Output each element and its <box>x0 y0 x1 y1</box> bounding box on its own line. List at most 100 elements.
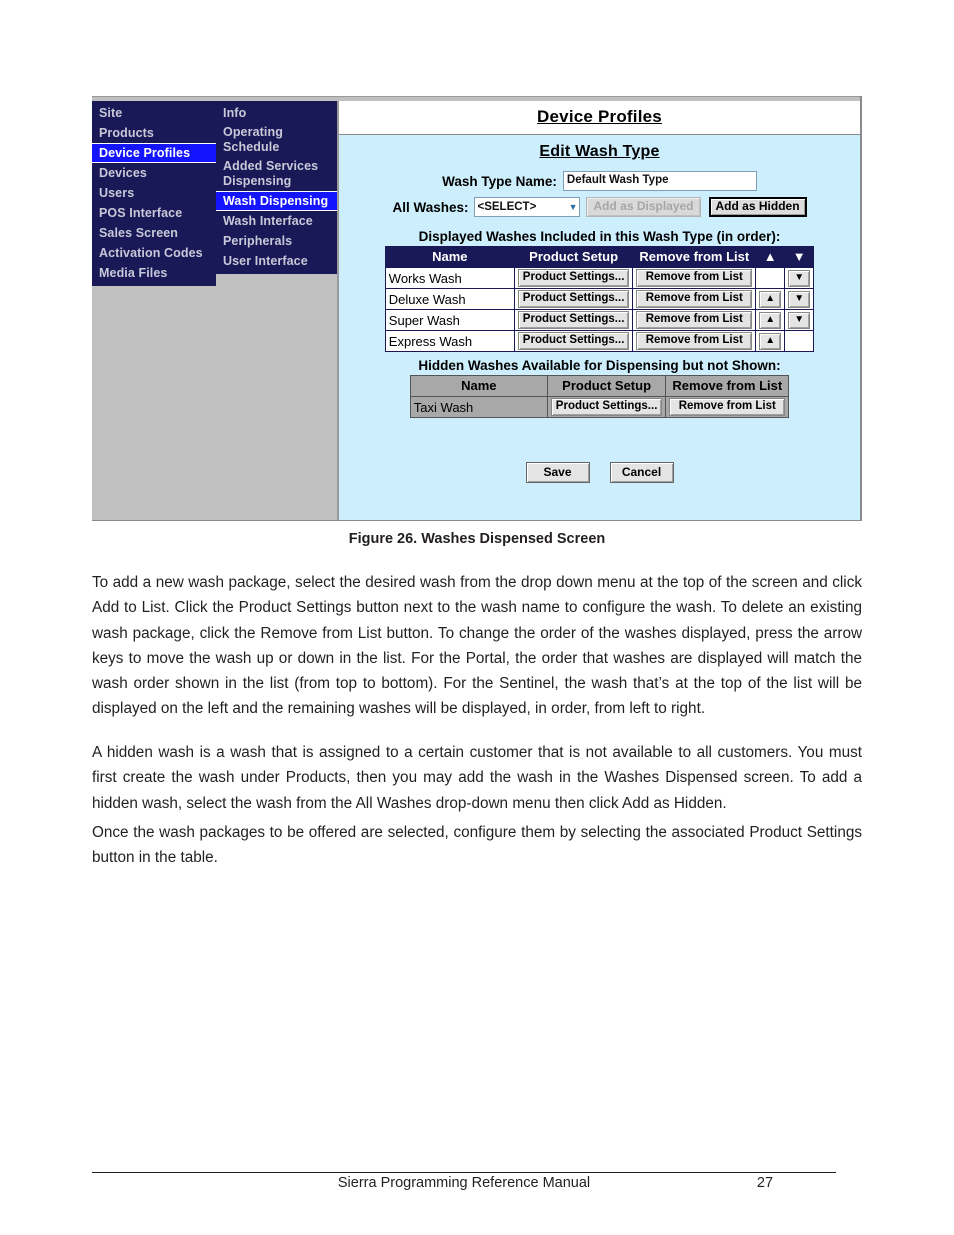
all-washes-select[interactable]: <SELECT> ▼ <box>474 197 581 217</box>
page-title: Device Profiles <box>537 107 662 126</box>
move-down-placeholder <box>788 334 810 349</box>
hidden-washes-table: Name Product Setup Remove from List Taxi… <box>409 375 790 418</box>
remove-from-list-button[interactable]: Remove from List <box>669 398 786 416</box>
wash-name: Express Wash <box>384 330 515 352</box>
remove-from-list-button[interactable]: Remove from List <box>636 290 753 308</box>
remove-from-list-button[interactable]: Remove from List <box>636 332 753 350</box>
move-up-cell: ▲ <box>755 330 786 352</box>
hidden-washes-caption: Hidden Washes Available for Dispensing b… <box>418 358 781 373</box>
primary-navigation: Site Products Device Profiles Devices Us… <box>92 96 216 520</box>
all-washes-label: All Washes: <box>392 199 469 215</box>
table-row: Express Wash Product Settings... Remove … <box>384 330 815 352</box>
wash-name: Taxi Wash <box>409 396 548 418</box>
sidebar-item-pos-interface[interactable]: POS Interface <box>92 203 216 223</box>
column-header-remove-from-list: Remove from List <box>632 246 757 268</box>
move-up-placeholder <box>759 271 781 286</box>
product-setup-cell: Product Settings... <box>513 288 634 310</box>
move-up-cell <box>755 267 786 289</box>
application-window: Site Products Device Profiles Devices Us… <box>92 96 862 521</box>
remove-from-list-button[interactable]: Remove from List <box>636 311 753 329</box>
move-up-cell: ▲ <box>755 288 786 310</box>
table-row: Super Wash Product Settings... Remove fr… <box>384 309 815 331</box>
remove-cell: Remove from List <box>632 330 757 352</box>
move-down-icon[interactable]: ▼ <box>788 269 811 287</box>
column-header-remove-from-list: Remove from List <box>665 375 790 397</box>
product-settings-button[interactable]: Product Settings... <box>550 398 663 416</box>
product-setup-cell: Product Settings... <box>513 267 634 289</box>
sidebar-item-products[interactable]: Products <box>92 123 216 143</box>
sidebar-item-media-files[interactable]: Media Files <box>92 263 216 283</box>
window-top-strip <box>92 96 860 101</box>
sidebar-item-users[interactable]: Users <box>92 183 216 203</box>
move-up-icon[interactable]: ▲ <box>759 332 782 350</box>
body-paragraph-2: A hidden wash is a wash that is assigned… <box>92 744 862 812</box>
sidebar-item-sales-screen[interactable]: Sales Screen <box>92 223 216 243</box>
wash-name: Super Wash <box>384 309 515 331</box>
move-down-icon[interactable]: ▼ <box>788 311 811 329</box>
subnav-item-info[interactable]: Info <box>216 103 337 123</box>
move-up-icon[interactable]: ▲ <box>759 290 782 308</box>
remove-cell: Remove from List <box>632 288 757 310</box>
column-header-product-setup: Product Setup <box>513 246 634 268</box>
move-down-cell: ▼ <box>784 267 815 289</box>
figure-screenshot: Site Products Device Profiles Devices Us… <box>92 96 862 521</box>
remove-from-list-button[interactable]: Remove from List <box>636 269 753 287</box>
table-header-row: Name Product Setup Remove from List ▲ ▼ <box>384 246 815 268</box>
body-paragraph-1: To add a new wash package, select the de… <box>92 574 862 718</box>
column-header-product-setup: Product Setup <box>546 375 667 397</box>
move-down-cell: ▼ <box>784 288 815 310</box>
subnav-item-wash-dispensing[interactable]: Wash Dispensing <box>216 191 337 211</box>
product-settings-button[interactable]: Product Settings... <box>517 311 630 329</box>
table-header-row: Name Product Setup Remove from List <box>409 375 790 397</box>
table-row: Deluxe Wash Product Settings... Remove f… <box>384 288 815 310</box>
body-paragraph-3: Once the wash packages to be offered are… <box>92 824 862 867</box>
footer-page-number: 27 <box>756 1175 774 1191</box>
wash-name: Deluxe Wash <box>384 288 515 310</box>
sidebar-item-site[interactable]: Site <box>92 103 216 123</box>
column-header-name: Name <box>409 375 548 397</box>
move-down-icon[interactable]: ▼ <box>788 290 811 308</box>
move-up-cell: ▲ <box>755 309 786 331</box>
cancel-button[interactable]: Cancel <box>609 462 674 483</box>
remove-cell: Remove from List <box>665 396 790 418</box>
product-setup-cell: Product Settings... <box>513 309 634 331</box>
main-content-panel: Device Profiles Edit Wash Type Wash Type… <box>338 101 860 520</box>
subnav-item-operating-schedule[interactable]: Operating Schedule <box>216 123 337 157</box>
sidebar-item-device-profiles[interactable]: Device Profiles <box>92 143 216 163</box>
product-settings-button[interactable]: Product Settings... <box>517 269 630 287</box>
form-actions: Save Cancel <box>339 462 860 483</box>
product-setup-cell: Product Settings... <box>546 396 667 418</box>
product-settings-button[interactable]: Product Settings... <box>517 290 630 308</box>
subnav-item-added-services-dispensing[interactable]: Added Services Dispensing <box>216 157 337 191</box>
remove-cell: Remove from List <box>632 267 757 289</box>
move-up-icon[interactable]: ▲ <box>759 311 782 329</box>
sidebar-item-devices[interactable]: Devices <box>92 163 216 183</box>
subnav-item-peripherals[interactable]: Peripherals <box>216 231 337 251</box>
wash-name: Works Wash <box>384 267 515 289</box>
add-as-displayed-button[interactable]: Add as Displayed <box>586 197 701 217</box>
footer-title: Sierra Programming Reference Manual <box>337 1175 591 1191</box>
wash-type-name-label: Wash Type Name: <box>442 173 557 189</box>
figure-caption: Figure 26. Washes Dispensed Screen <box>348 531 606 547</box>
move-down-cell: ▼ <box>784 309 815 331</box>
table-row: Taxi Wash Product Settings... Remove fro… <box>409 396 790 418</box>
section-title: Edit Wash Type <box>539 143 660 160</box>
sidebar-item-activation-codes[interactable]: Activation Codes <box>92 243 216 263</box>
wash-type-name-input[interactable]: Default Wash Type <box>562 171 757 191</box>
wash-type-name-row: Wash Type Name: Default Wash Type <box>339 171 860 191</box>
column-header-move-up-icon: ▲ <box>755 246 786 268</box>
product-setup-cell: Product Settings... <box>513 330 634 352</box>
product-settings-button[interactable]: Product Settings... <box>517 332 630 350</box>
subnav-item-user-interface[interactable]: User Interface <box>216 251 337 271</box>
all-washes-row: All Washes: <SELECT> ▼ Add as Displayed … <box>339 197 860 217</box>
move-down-cell <box>784 330 815 352</box>
displayed-washes-table: Name Product Setup Remove from List ▲ ▼ … <box>384 246 815 352</box>
subnav-item-wash-interface[interactable]: Wash Interface <box>216 211 337 231</box>
page-title-bar: Device Profiles <box>339 101 860 135</box>
secondary-navigation: Info Operating Schedule Added Services D… <box>216 96 338 520</box>
chevron-down-icon: ▼ <box>568 202 578 212</box>
save-button[interactable]: Save <box>525 462 590 483</box>
remove-cell: Remove from List <box>632 309 757 331</box>
all-washes-selected-value: <SELECT> <box>477 201 537 213</box>
add-as-hidden-button[interactable]: Add as Hidden <box>708 197 807 217</box>
